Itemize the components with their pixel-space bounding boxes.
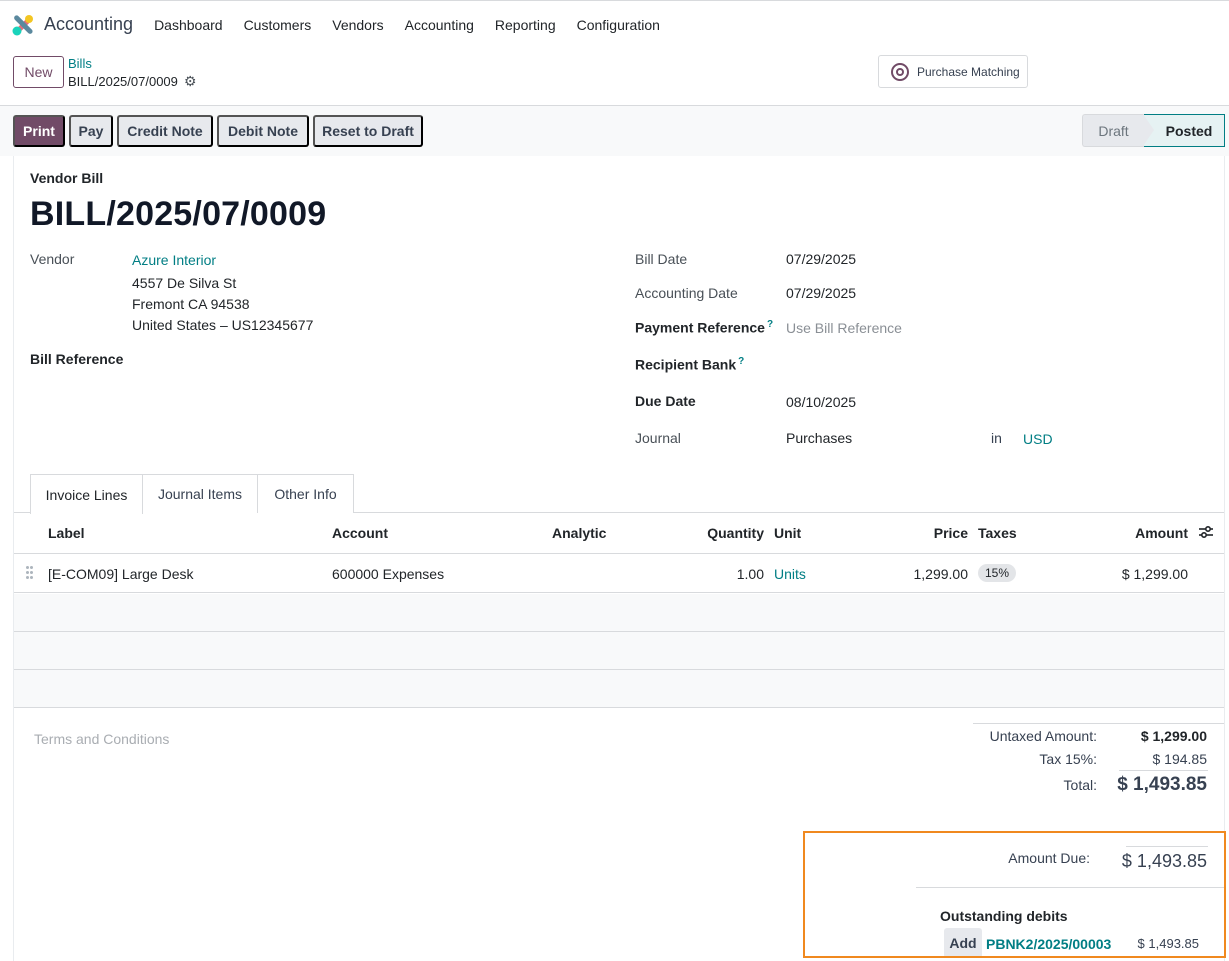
line-account[interactable]: 600000 Expenses	[332, 566, 444, 582]
vendor-label: Vendor	[30, 251, 75, 267]
help-icon[interactable]: ?	[738, 356, 744, 367]
menu-reporting[interactable]: Reporting	[495, 17, 556, 33]
tab-invoice-lines[interactable]: Invoice Lines	[30, 474, 143, 514]
notebook-tabs: Invoice Lines Journal Items Other Info	[14, 474, 1224, 514]
debit-note-button[interactable]: Debit Note	[217, 115, 309, 147]
total-divider	[1119, 770, 1208, 771]
reset-to-draft-button[interactable]: Reset to Draft	[313, 115, 423, 147]
optional-columns-icon[interactable]	[1198, 524, 1214, 543]
in-label: in	[991, 430, 1002, 446]
record-name: BILL/2025/07/0009	[68, 74, 178, 89]
purchase-matching-button[interactable]: Purchase Matching	[878, 55, 1028, 88]
breadcrumb-bills-link[interactable]: Bills	[68, 56, 92, 71]
target-icon	[891, 62, 909, 81]
vendor-address-line-3: United States – US12345677	[132, 317, 314, 333]
tax-badge: 15%	[978, 564, 1017, 582]
vendor-address-line-2: Fremont CA 94538	[132, 296, 250, 312]
line-unit[interactable]: Units	[774, 566, 806, 582]
terms-and-conditions-input[interactable]: Terms and Conditions	[34, 731, 169, 747]
currency-field[interactable]: USD	[1023, 431, 1053, 447]
totals-divider	[973, 723, 1224, 724]
menu-configuration[interactable]: Configuration	[577, 17, 660, 33]
line-label[interactable]: [E-COM09] Large Desk	[48, 566, 194, 582]
column-quantity[interactable]: Quantity	[707, 525, 764, 541]
tax-value: $ 194.85	[1152, 751, 1208, 767]
menu-vendors[interactable]: Vendors	[332, 17, 383, 33]
column-amount[interactable]: Amount	[1135, 525, 1188, 541]
document-type: Vendor Bill	[30, 170, 104, 186]
table-row[interactable]: [E-COM09] Large Desk 600000 Expenses 1.0…	[14, 554, 1224, 593]
payment-reference-label: Payment Reference?	[635, 319, 774, 336]
bill-date-label: Bill Date	[635, 251, 688, 267]
column-price[interactable]: Price	[934, 525, 968, 541]
top-navbar: Accounting Dashboard Customers Vendors A…	[0, 0, 1229, 48]
tab-other-info[interactable]: Other Info	[257, 474, 354, 513]
tax-label: Tax 15%:	[1039, 751, 1097, 767]
help-icon[interactable]: ?	[767, 319, 773, 330]
line-price[interactable]: 1,299.00	[914, 566, 969, 582]
due-date-label: Due Date	[635, 393, 696, 409]
line-quantity[interactable]: 1.00	[737, 566, 764, 582]
pay-button[interactable]: Pay	[69, 115, 113, 147]
tab-journal-items[interactable]: Journal Items	[142, 474, 258, 513]
total-value: $ 1,493.85	[1117, 774, 1207, 795]
bill-reference-label: Bill Reference	[30, 351, 124, 367]
page-title: BILL/2025/07/0009	[30, 195, 327, 233]
line-taxes[interactable]: 15%	[978, 564, 1017, 582]
new-button[interactable]: New	[13, 56, 64, 88]
print-button[interactable]: Print	[13, 115, 65, 147]
vendor-address-line-1: 4557 De Silva St	[132, 275, 237, 291]
menu-accounting[interactable]: Accounting	[405, 17, 474, 33]
total-label: Total:	[1063, 777, 1097, 793]
journal-label: Journal	[635, 430, 681, 446]
drag-handle-icon[interactable]	[26, 566, 34, 580]
column-taxes[interactable]: Taxes	[978, 525, 1017, 541]
table-row-empty	[14, 670, 1224, 708]
payment-reference-input[interactable]: Use Bill Reference	[786, 320, 902, 336]
status-bar: Draft Posted	[1082, 114, 1225, 147]
column-account[interactable]: Account	[332, 525, 388, 541]
status-draft[interactable]: Draft	[1082, 114, 1144, 147]
accounting-app-icon[interactable]	[12, 14, 34, 36]
bill-reference-input[interactable]	[132, 348, 432, 370]
journal-field[interactable]: Purchases	[786, 430, 852, 446]
column-label[interactable]: Label	[48, 525, 85, 541]
table-row-empty	[14, 632, 1224, 670]
accounting-date-label: Accounting Date	[635, 285, 738, 301]
invoice-lines-header: Label Account Analytic Quantity Unit Pri…	[14, 513, 1224, 554]
bill-date-field[interactable]: 07/29/2025	[786, 251, 856, 267]
table-row-empty	[14, 594, 1224, 632]
control-panel: New Bills BILL/2025/07/0009 ⚙ Purchase M…	[0, 48, 1229, 106]
gear-icon[interactable]: ⚙	[184, 73, 197, 90]
line-amount: $ 1,299.00	[1121, 566, 1188, 582]
due-date-field[interactable]: 08/10/2025	[786, 394, 856, 410]
status-posted[interactable]: Posted	[1143, 114, 1225, 147]
purchase-matching-label: Purchase Matching	[917, 64, 1020, 79]
column-unit[interactable]: Unit	[774, 525, 801, 541]
breadcrumb-current: BILL/2025/07/0009 ⚙	[68, 73, 196, 90]
untaxed-amount-label: Untaxed Amount:	[989, 728, 1097, 744]
untaxed-amount-value: $ 1,299.00	[1140, 728, 1207, 744]
recipient-bank-input[interactable]	[786, 353, 1086, 375]
accounting-date-field[interactable]: 07/29/2025	[786, 285, 856, 301]
highlight-box	[803, 831, 1226, 958]
action-bar: Print Pay Credit Note Debit Note Reset t…	[0, 106, 1229, 156]
menu-dashboard[interactable]: Dashboard	[154, 17, 223, 33]
column-analytic[interactable]: Analytic	[552, 525, 606, 541]
menu-customers[interactable]: Customers	[244, 17, 312, 33]
credit-note-button[interactable]: Credit Note	[117, 115, 213, 147]
recipient-bank-label: Recipient Bank?	[635, 356, 745, 373]
app-name[interactable]: Accounting	[44, 14, 133, 35]
vendor-field[interactable]: Azure Interior	[132, 252, 216, 268]
